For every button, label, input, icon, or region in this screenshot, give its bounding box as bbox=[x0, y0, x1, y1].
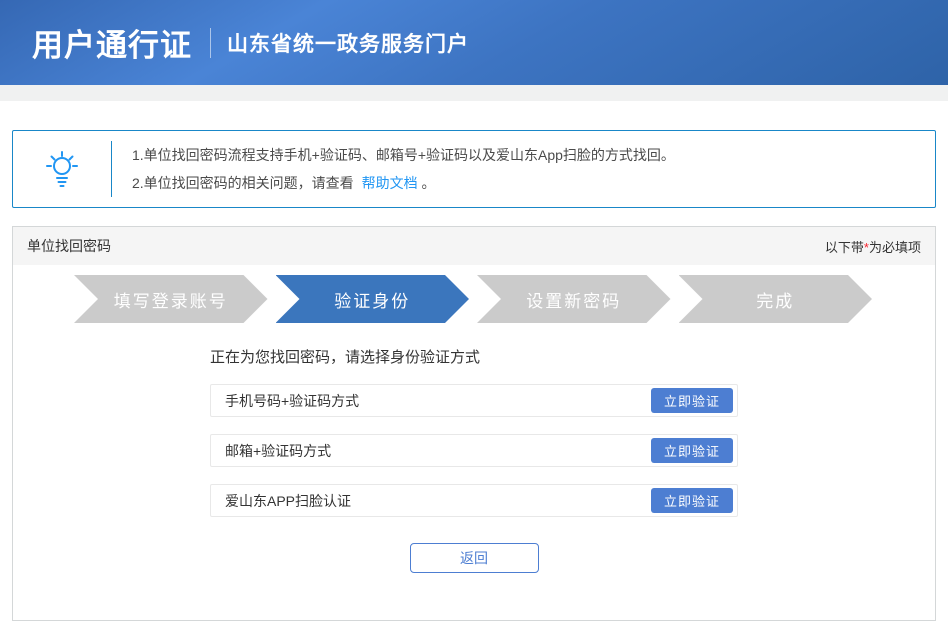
step-fill-account: 填写登录账号 bbox=[74, 275, 268, 323]
option-label-phone: 手机号码+验证码方式 bbox=[225, 391, 359, 411]
verify-now-button-email[interactable]: 立即验证 bbox=[651, 438, 733, 463]
step-complete: 完成 bbox=[679, 275, 873, 323]
option-label-email: 邮箱+验证码方式 bbox=[225, 441, 331, 461]
page-subtitle: 山东省统一政务服务门户 bbox=[227, 28, 469, 58]
verify-now-button-app-face[interactable]: 立即验证 bbox=[651, 488, 733, 513]
panel-bar: 单位找回密码 以下带*为必填项 bbox=[13, 227, 935, 265]
help-doc-link[interactable]: 帮助文档 bbox=[362, 175, 418, 191]
notice-box: 1.单位找回密码流程支持手机+验证码、邮箱号+验证码以及爱山东App扫脸的方式找… bbox=[12, 130, 936, 208]
page-header: 用户通行证 山东省统一政务服务门户 bbox=[0, 0, 948, 85]
title-divider bbox=[210, 28, 211, 58]
back-button[interactable]: 返回 bbox=[410, 543, 539, 573]
page-title: 用户通行证 bbox=[32, 20, 192, 65]
option-row-email: 邮箱+验证码方式 立即验证 bbox=[210, 434, 738, 467]
notice-line-2: 2.单位找回密码的相关问题，请查看 帮助文档 。 bbox=[132, 169, 675, 197]
header-stripe bbox=[0, 85, 948, 101]
required-note: 以下带*为必填项 bbox=[825, 237, 921, 256]
option-row-app-face: 爱山东APP扫脸认证 立即验证 bbox=[210, 484, 738, 517]
panel-title: 单位找回密码 bbox=[27, 236, 111, 256]
option-row-phone: 手机号码+验证码方式 立即验证 bbox=[210, 384, 738, 417]
verify-method-heading: 正在为您找回密码，请选择身份验证方式 bbox=[210, 346, 738, 367]
step-verify-identity: 验证身份 bbox=[276, 275, 470, 323]
lightbulb-icon bbox=[13, 149, 111, 189]
step-set-new-password: 设置新密码 bbox=[477, 275, 671, 323]
option-label-app-face: 爱山东APP扫脸认证 bbox=[225, 491, 351, 511]
recover-panel: 单位找回密码 以下带*为必填项 填写登录账号 验证身份 设置新密码 完成 正在为… bbox=[12, 226, 936, 621]
notice-line-1: 1.单位找回密码流程支持手机+验证码、邮箱号+验证码以及爱山东App扫脸的方式找… bbox=[132, 141, 675, 169]
step-indicator: 填写登录账号 验证身份 设置新密码 完成 bbox=[74, 275, 872, 323]
verify-now-button-phone[interactable]: 立即验证 bbox=[651, 388, 733, 413]
